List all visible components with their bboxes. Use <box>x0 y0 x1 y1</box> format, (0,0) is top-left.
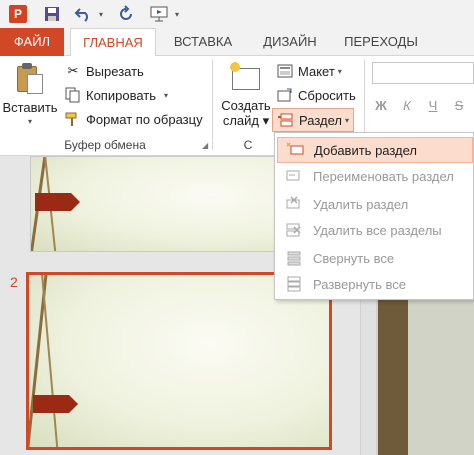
remove-all-sections-icon <box>283 221 305 239</box>
format-painter-label: Формат по образцу <box>86 111 203 127</box>
section-dropdown-menu: Добавить раздел Переименовать раздел Уда… <box>274 132 474 300</box>
menu-item-collapse-all[interactable]: Свернуть все <box>277 245 473 271</box>
section-button[interactable]: Раздел ▾ <box>272 108 354 132</box>
font-name-input[interactable] <box>372 62 474 84</box>
slide-tag-shape <box>35 193 80 211</box>
cut-button[interactable]: ✂ Вырезать <box>64 60 144 82</box>
expand-all-icon <box>283 275 305 293</box>
new-slide-button[interactable]: Создать слайд ▾ <box>218 60 274 138</box>
slides-group-label: С <box>243 138 253 152</box>
menu-item-label: Удалить раздел <box>313 196 409 212</box>
tab-insert[interactable]: ВСТАВКА <box>163 28 243 56</box>
powerpoint-logo-text: P <box>9 5 27 23</box>
clipboard-group-label: Буфер обмена <box>64 138 146 152</box>
group-divider <box>212 60 213 150</box>
tree-trunk-decoration <box>378 290 408 455</box>
layout-dropdown-arrow-icon: ▾ <box>337 66 342 76</box>
bold-button[interactable]: Ж <box>374 98 388 113</box>
undo-dropdown-arrow-icon[interactable]: ▾ <box>96 4 106 24</box>
powerpoint-logo-icon: P <box>6 4 30 24</box>
customize-toolbar-arrow-icon[interactable]: ▾ <box>172 4 182 24</box>
tab-transitions[interactable]: ПЕРЕХОДЫ <box>336 28 426 56</box>
strikethrough-button[interactable]: S <box>452 98 466 113</box>
undo-icon[interactable] <box>72 4 94 24</box>
underline-button[interactable]: Ч <box>426 98 440 113</box>
reset-button[interactable]: Сбросить <box>276 84 356 106</box>
slideshow-icon[interactable] <box>148 4 170 24</box>
layout-button[interactable]: Макет ▾ <box>276 60 342 82</box>
leaf-decoration <box>40 275 60 447</box>
font-format-row: Ж К Ч S <box>374 98 466 113</box>
slide-tag-shape <box>33 395 78 413</box>
menu-item-label: Переименовать раздел <box>313 168 454 184</box>
copy-button[interactable]: Копировать ▾ <box>64 84 168 106</box>
new-slide-label-line2: слайд ▾ <box>222 113 270 128</box>
reset-label: Сбросить <box>298 87 356 103</box>
redo-icon[interactable] <box>116 4 136 24</box>
title-bar: P ▾ ▾ <box>0 0 474 28</box>
tab-home[interactable]: ГЛАВНАЯ <box>70 28 156 57</box>
section-label: Раздел <box>299 112 342 128</box>
layout-icon <box>276 62 294 80</box>
copy-icon <box>64 86 82 104</box>
paste-button[interactable]: Вставить ▾ <box>2 60 58 140</box>
reset-icon <box>276 86 294 104</box>
rename-section-icon <box>283 167 305 185</box>
tab-file[interactable]: ФАЙЛ <box>0 28 64 56</box>
section-icon <box>277 111 295 129</box>
clipboard-dialog-launcher-icon[interactable]: ◢ <box>202 141 212 151</box>
new-slide-icon <box>230 62 262 94</box>
menu-item-label: Добавить раздел <box>314 142 418 158</box>
menu-item-expand-all[interactable]: Развернуть все <box>277 271 473 297</box>
paste-icon <box>15 62 45 96</box>
ribbon-tabs: ФАЙЛ ГЛАВНАЯ ВСТАВКА ДИЗАЙН ПЕРЕХОДЫ <box>0 28 474 57</box>
slide-number: 2 <box>10 274 18 290</box>
menu-item-label: Удалить все разделы <box>313 222 442 238</box>
scissors-icon: ✂ <box>67 63 79 78</box>
menu-item-rename-section[interactable]: Переименовать раздел <box>277 163 473 189</box>
copy-label: Копировать <box>86 87 156 103</box>
collapse-all-icon <box>283 249 305 267</box>
layout-label: Макет <box>298 63 335 79</box>
menu-item-remove-section[interactable]: Удалить раздел <box>277 191 473 217</box>
save-icon[interactable] <box>42 4 62 24</box>
italic-button[interactable]: К <box>400 98 414 113</box>
remove-section-icon <box>283 195 305 213</box>
add-section-icon <box>284 141 306 159</box>
section-dropdown-arrow-icon: ▾ <box>344 115 349 125</box>
cut-label: Вырезать <box>86 63 144 79</box>
menu-item-add-section[interactable]: Добавить раздел <box>277 137 473 163</box>
menu-item-label: Развернуть все <box>313 276 407 292</box>
paste-dropdown-arrow-icon[interactable]: ▾ <box>2 117 58 126</box>
paste-label: Вставить <box>2 100 58 115</box>
new-slide-label-line1: Создать <box>221 98 271 113</box>
menu-item-label: Свернуть все <box>313 250 395 266</box>
format-painter-icon <box>64 110 82 128</box>
tab-design[interactable]: ДИЗАЙН <box>251 28 329 56</box>
copy-dropdown-arrow-icon[interactable]: ▾ <box>164 91 168 100</box>
menu-item-remove-all-sections[interactable]: Удалить все разделы <box>277 217 473 243</box>
format-painter-button[interactable]: Формат по образцу <box>64 108 203 130</box>
